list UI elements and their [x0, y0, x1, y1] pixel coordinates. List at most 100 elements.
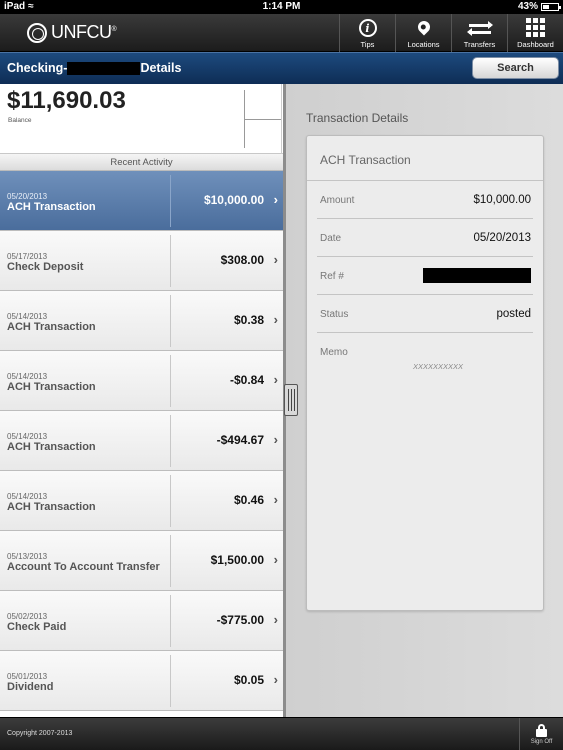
divider — [170, 475, 171, 527]
transaction-amount: -$0.84 — [229, 373, 264, 387]
transaction-row[interactable]: 05/14/2013 ACH Transaction $0.46 › — [0, 471, 283, 531]
transaction-date: 05/14/2013 — [7, 492, 48, 501]
transaction-date: 05/14/2013 — [7, 312, 48, 321]
divider — [170, 235, 171, 287]
footer: Copyright 2007-2013 Sign Off — [0, 717, 563, 750]
transaction-amount: $0.05 — [233, 673, 264, 687]
chevron-right-icon: › — [273, 612, 278, 627]
transaction-date: 05/14/2013 — [7, 372, 48, 381]
transaction-row[interactable]: 05/13/2013 Account To Account Transfer $1,… — [0, 531, 283, 591]
redacted-account-number — [67, 61, 141, 75]
battery-percent: 43% — [517, 1, 538, 12]
chevron-right-icon: › — [273, 312, 278, 327]
grid-icon — [526, 18, 545, 37]
transfer-arrows-icon — [466, 21, 493, 37]
transaction-amount: -$494.67 — [216, 433, 264, 447]
transfers-label: Transfers — [463, 40, 496, 49]
transfers-button[interactable]: Transfers — [451, 14, 507, 52]
ref-row: Ref # — [317, 257, 533, 295]
detail-section-title: Transaction Details — [306, 111, 409, 125]
divider — [170, 355, 171, 407]
date-value: 05/20/2013 — [473, 232, 531, 244]
transaction-amount: $1,500.00 — [210, 553, 264, 567]
amount-value: $10,000.00 — [473, 194, 531, 206]
memo-value: XXXXXXXXXX — [413, 362, 464, 371]
sign-off-button[interactable]: Sign Off — [519, 718, 563, 750]
chevron-right-icon: › — [273, 252, 278, 267]
transaction-description: Check Paid — [7, 621, 67, 633]
transaction-detail-card: ACH Transaction Amount $10,000.00 Date 0… — [306, 135, 544, 611]
chevron-right-icon: › — [273, 552, 278, 567]
date-row: Date 05/20/2013 — [317, 219, 533, 257]
app-header: UNFCU® i Tips Locations Transfers Dashbo… — [0, 14, 563, 52]
tips-label: Tips — [360, 40, 375, 49]
transaction-type: ACH Transaction — [307, 136, 543, 181]
transaction-date: 05/13/2013 — [7, 552, 48, 561]
ref-label: Ref # — [320, 271, 344, 282]
chevron-right-icon: › — [273, 432, 278, 447]
divider — [170, 295, 171, 347]
copyright: Copyright 2007-2013 — [7, 730, 73, 737]
transaction-row[interactable]: 05/01/2013 Dividend $0.05 › — [0, 651, 283, 711]
transaction-amount: $0.46 — [233, 493, 264, 507]
transaction-description: Check Deposit — [7, 261, 84, 273]
transaction-date: 05/14/2013 — [7, 432, 48, 441]
transaction-row[interactable]: 05/14/2013 ACH Transaction -$0.84 › — [0, 351, 283, 411]
transaction-date: 05/01/2013 — [7, 672, 48, 681]
top-nav: i Tips Locations Transfers Dashboard — [339, 14, 563, 52]
locations-label: Locations — [407, 40, 440, 49]
transaction-description: ACH Transaction — [7, 321, 96, 333]
transaction-row[interactable]: 05/02/2013 Check Paid -$775.00 › — [0, 591, 283, 651]
transaction-description: Dividend — [7, 681, 54, 693]
amount-row: Amount $10,000.00 — [317, 181, 533, 219]
battery: 43% — [517, 1, 561, 12]
divider — [170, 535, 171, 587]
title-suffix: Details — [140, 61, 182, 75]
transaction-row[interactable]: 05/14/2013 ACH Transaction -$494.67 › — [0, 411, 283, 471]
transaction-amount: $308.00 — [220, 253, 264, 267]
page-title: Checking- Details — [7, 61, 181, 75]
status-bar: iPad ≈ 1:14 PM 43% — [0, 0, 563, 14]
tips-button[interactable]: i Tips — [339, 14, 395, 52]
split-pane-drag-handle[interactable] — [284, 384, 298, 416]
transaction-amount: -$775.00 — [216, 613, 264, 627]
transaction-amount: $0.38 — [233, 313, 264, 327]
clock: 1:14 PM — [262, 1, 301, 12]
chevron-right-icon: › — [273, 372, 278, 387]
activity-pane: $11,690.03 Balance Recent Activity 05/20… — [0, 84, 283, 717]
logo-mark-icon — [27, 22, 47, 43]
balance-box: $11,690.03 Balance — [0, 84, 283, 154]
search-button[interactable]: Search — [472, 57, 559, 79]
divider — [170, 595, 171, 647]
transaction-description: ACH Transaction — [7, 441, 96, 453]
divider — [244, 119, 281, 120]
divider — [170, 655, 171, 707]
dashboard-button[interactable]: Dashboard — [507, 14, 563, 52]
divider — [170, 175, 171, 227]
transaction-row[interactable]: 05/20/2013 ACH Transaction $10,000.00 › — [0, 171, 283, 231]
battery-icon — [541, 2, 561, 11]
transaction-amount: $10,000.00 — [203, 193, 264, 207]
memo-label: Memo — [320, 347, 348, 358]
status-label: Status — [320, 309, 349, 320]
dashboard-label: Dashboard — [517, 40, 554, 49]
balance-label: Balance — [8, 117, 32, 124]
account-sub-header: Checking- Details Search — [0, 52, 563, 84]
transaction-row[interactable]: 05/17/2013 Check Deposit $308.00 › — [0, 231, 283, 291]
transaction-list: 05/20/2013 ACH Transaction $10,000.00 › 05/1… — [0, 171, 283, 711]
status-value: posted — [496, 308, 531, 320]
transaction-date: 05/17/2013 — [7, 252, 48, 261]
amount-label: Amount — [320, 195, 355, 206]
transaction-date: 05/02/2013 — [7, 612, 48, 621]
chevron-right-icon: › — [273, 672, 278, 687]
transaction-description: ACH Transaction — [7, 381, 96, 393]
map-pin-icon — [415, 18, 432, 36]
transaction-row[interactable]: 05/14/2013 ACH Transaction $0.38 › — [0, 291, 283, 351]
info-icon: i — [358, 19, 377, 37]
balance-amount: $11,690.03 — [7, 87, 126, 114]
title-prefix: Checking- — [7, 61, 68, 75]
transaction-description: Account To Account Transfer — [7, 561, 160, 573]
transaction-date: 05/20/2013 — [7, 192, 48, 201]
recent-activity-header: Recent Activity — [0, 154, 283, 171]
locations-button[interactable]: Locations — [395, 14, 451, 52]
